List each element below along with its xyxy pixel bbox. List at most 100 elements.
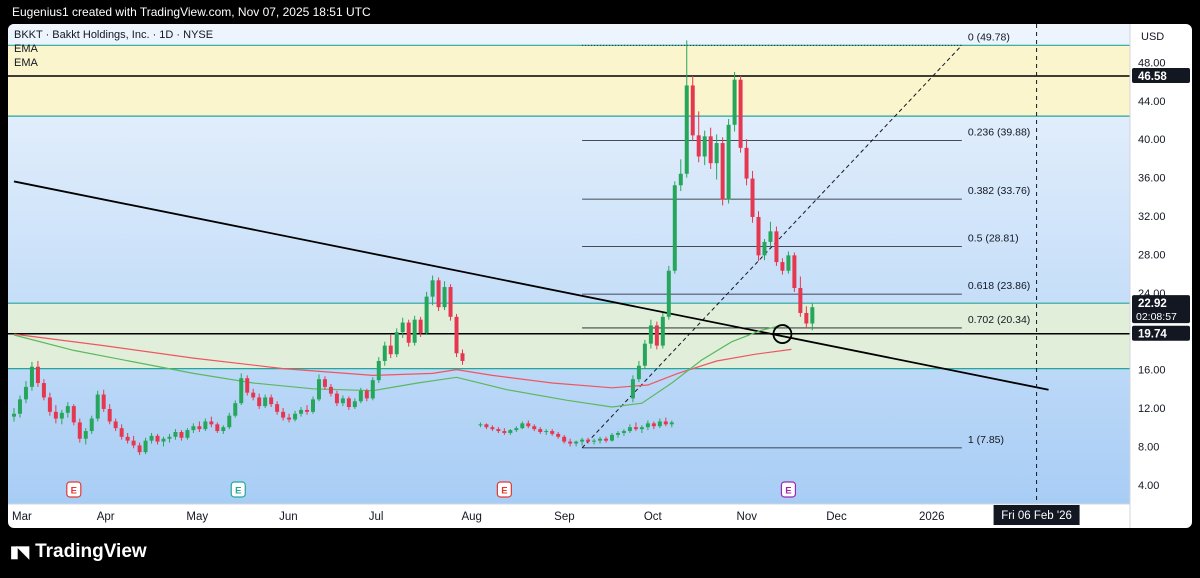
candle-body-26 <box>167 436 172 439</box>
chart-frame[interactable]: 0 (49.78) 0.236 (39.88) 0.382 (33.76) 0.5 (… <box>8 24 1192 528</box>
candle-body-33 <box>209 421 214 425</box>
y-tick-label: 28.00 <box>1138 249 1166 261</box>
indicator-ema-2[interactable]: EMA <box>14 57 39 69</box>
candle-body-58 <box>358 390 363 402</box>
candle-body-87 <box>544 431 549 433</box>
candle-body-85 <box>532 426 537 430</box>
candle-body-125 <box>726 124 731 200</box>
candle-body-127 <box>738 79 743 148</box>
candle-body-118 <box>684 85 689 174</box>
candle-body-119 <box>690 85 695 136</box>
candle-body-17 <box>113 421 118 429</box>
candle-body-92 <box>574 441 579 444</box>
x-tick-label: Dec <box>826 511 847 523</box>
tradingview-logo: ▮◥ TradingView <box>10 541 147 563</box>
candle-body-129 <box>750 178 755 217</box>
fib-label-0.702: 0.702 (20.34) <box>968 314 1030 326</box>
candle-body-38 <box>239 378 244 404</box>
candle-body-81 <box>508 430 513 433</box>
candle-body-21 <box>137 445 142 453</box>
tradingview-logo-text: TradingView <box>35 541 147 562</box>
candle-body-96 <box>598 438 603 441</box>
fib-label-0: 0 (49.78) <box>968 31 1010 43</box>
candle-body-94 <box>586 439 591 442</box>
candle-body-116 <box>672 185 677 271</box>
candle-body-137 <box>798 288 803 313</box>
candle-body-63 <box>388 345 393 355</box>
earnings-marker-label-2: E <box>501 486 507 497</box>
candle-body-82 <box>514 428 519 431</box>
candle-body-103 <box>639 427 644 430</box>
candle-body-23 <box>149 435 154 441</box>
candle-body-16 <box>107 408 112 422</box>
candle-body-9 <box>65 406 70 413</box>
candle-body-78 <box>490 427 495 430</box>
candle-body-104 <box>645 423 650 428</box>
candle-body-42 <box>263 397 268 407</box>
candle-body-54 <box>334 393 339 404</box>
fib-label-1: 1 (7.85) <box>968 434 1004 446</box>
candle-body-57 <box>352 401 357 408</box>
candle-body-6 <box>47 397 52 412</box>
candle-body-120 <box>696 135 701 157</box>
candle-body-136 <box>792 255 797 288</box>
candle-body-73 <box>448 287 453 317</box>
y-tick-label: 32.00 <box>1138 211 1166 223</box>
candle-body-138 <box>804 312 809 324</box>
candle-body-71 <box>436 280 441 308</box>
candle-body-111 <box>642 343 647 366</box>
candle-body-133 <box>774 231 779 263</box>
price-label-2: 19.74 <box>1138 329 1167 341</box>
candle-body-60 <box>370 380 375 399</box>
candle-body-28 <box>179 432 184 438</box>
candle-body-56 <box>346 398 351 408</box>
candle-body-3 <box>29 366 34 387</box>
candle-body-121 <box>702 136 707 157</box>
candle-body-86 <box>538 429 543 432</box>
currency-label[interactable]: USD <box>1141 31 1164 43</box>
candle-body-11 <box>77 422 82 439</box>
candle-body-83 <box>520 423 525 429</box>
x-tick-label: Jul <box>369 511 384 523</box>
y-tick-label: 16.00 <box>1138 365 1166 377</box>
candle-body-48 <box>299 409 304 414</box>
candle-body-2 <box>23 386 28 400</box>
candle-body-126 <box>732 79 737 125</box>
candle-body-4 <box>35 366 40 384</box>
x-tick-label: May <box>186 511 208 523</box>
x-tick-label: Mar <box>12 511 32 523</box>
price-chart[interactable]: 0 (49.78) 0.236 (39.88) 0.382 (33.76) 0.5 (… <box>8 24 1192 528</box>
candle-body-14 <box>95 394 100 419</box>
candle-body-50 <box>311 399 315 412</box>
candle-body-65 <box>400 322 405 333</box>
candle-body-89 <box>556 433 561 437</box>
candle-body-123 <box>714 143 719 164</box>
candle-body-15 <box>101 394 106 409</box>
fib-label-0.382: 0.382 (33.76) <box>968 185 1030 197</box>
candle-body-24 <box>155 435 160 442</box>
x-tick-label: Aug <box>461 511 481 523</box>
candle-body-68 <box>418 319 423 334</box>
indicator-ema-1[interactable]: EMA <box>14 43 39 55</box>
candle-body-112 <box>648 325 653 344</box>
credit-text: Eugenius1 created with TradingView.com, … <box>12 5 371 19</box>
countdown-label: 02:08:57 <box>1136 311 1177 323</box>
candle-body-18 <box>119 428 124 437</box>
y-tick-label: 8.00 <box>1138 441 1159 453</box>
candle-body-32 <box>203 421 208 430</box>
candle-body-13 <box>89 418 94 432</box>
candle-body-67 <box>412 319 417 343</box>
candle-body-49 <box>305 409 310 412</box>
candle-body-76 <box>478 424 483 426</box>
candle-body-34 <box>215 424 220 432</box>
candle-body-55 <box>340 398 345 404</box>
y-tick-label: 4.00 <box>1138 480 1159 492</box>
x-tick-label: Sep <box>554 511 574 523</box>
candle-body-37 <box>233 403 238 416</box>
y-tick-label: 40.00 <box>1138 134 1166 146</box>
candle-body-130 <box>756 216 761 256</box>
candle-body-8 <box>59 412 64 419</box>
candle-body-105 <box>651 423 656 427</box>
candle-body-134 <box>780 262 785 271</box>
candle-body-31 <box>197 426 202 430</box>
